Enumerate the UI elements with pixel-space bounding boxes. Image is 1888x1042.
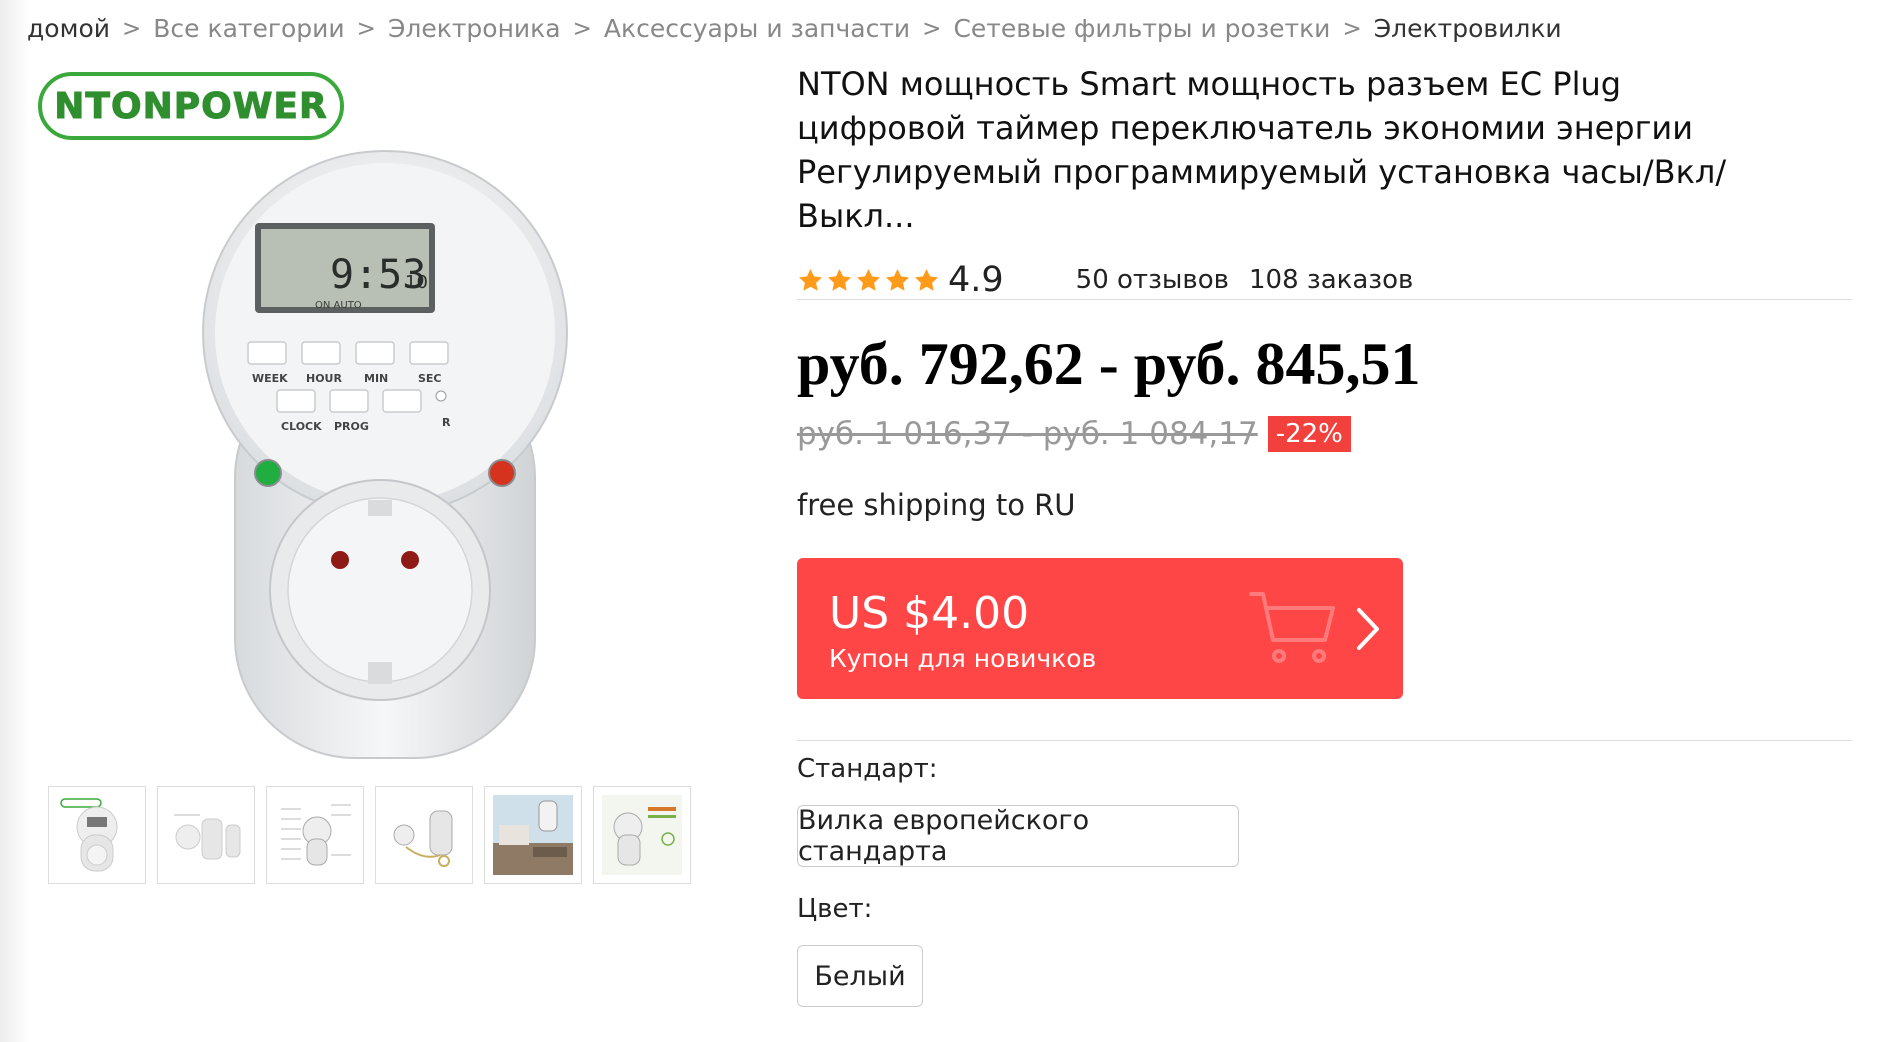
thumbnail-image [393,810,453,867]
svg-text:ON AUTO: ON AUTO [315,300,362,311]
thumbnail-image [493,795,573,875]
svg-text:SEC: SEC [418,372,442,385]
coupon-amount: US $4.00 [829,588,1030,639]
breadcrumb-separator: > [121,15,142,42]
breadcrumb-separator: > [922,15,942,42]
color-option-white[interactable]: Белый [797,945,923,1007]
orders-count: 108 заказов [1248,265,1414,295]
breadcrumb-separator: > [1342,15,1362,42]
thumbnail-6[interactable] [593,786,691,884]
svg-text:WEEK: WEEK [252,372,288,385]
breadcrumb-separator: > [356,15,376,42]
thumbnail-1[interactable] [48,786,146,884]
divider [797,740,1852,741]
standard-label: Стандарт: [797,754,938,784]
breadcrumb-home[interactable]: домой [27,14,110,43]
old-price-row: руб. 1 016,37 - руб. 1 084,17 -22% [797,416,1351,452]
svg-text:MIN: MIN [364,372,388,385]
standard-option-eu-plug[interactable]: Вилка европейского стандарта [797,805,1239,867]
current-price: руб. 792,62 - руб. 845,51 [797,331,1421,397]
shipping-info: free shipping to RU [797,488,1076,522]
thumbnail-image [602,795,682,875]
chevron-right-icon [1357,608,1379,650]
rating-row: 4.9 50 отзывов 108 заказов [797,256,1857,304]
breadcrumb-accessories[interactable]: Аксессуары и запчасти [604,14,910,43]
color-label: Цвет: [797,894,873,924]
divider [797,299,1852,300]
old-price: руб. 1 016,37 - руб. 1 084,17 [797,416,1258,452]
svg-text:CLOCK: CLOCK [281,420,322,433]
thumbnail-5[interactable] [484,786,582,884]
star-icon [915,268,938,291]
thumbnail-image [174,814,241,860]
thumbnail-image [281,804,351,866]
cart-icon [1249,592,1335,663]
star-icon [828,268,851,291]
rating-stars [797,267,940,294]
svg-text:HOUR: HOUR [306,372,342,385]
product-gallery: NTONPOWER 9:53 10 ON AUTO WEEK HOUR MIN … [30,68,730,884]
rating-value: 4.9 [948,260,1004,300]
breadcrumb-all-categories[interactable]: Все категории [153,14,344,43]
star-icon [799,268,822,291]
coupon-label: Купон для новичков [829,644,1097,673]
star-icon [857,268,880,291]
breadcrumb: домой > Все категории > Электроника > Ак… [27,14,1562,43]
product-main-image[interactable]: 9:53 10 ON AUTO WEEK HOUR MIN SEC CLOCK … [180,128,600,768]
breadcrumb-separator: > [572,15,592,42]
reviews-link[interactable]: 50 отзывов [1076,265,1229,295]
thumbnail-4[interactable] [375,786,473,884]
thumbnail-strip [48,786,691,884]
thumbnail-3[interactable] [266,786,364,884]
svg-text:PROG: PROG [334,420,369,433]
breadcrumb-electronics[interactable]: Электроника [388,14,561,43]
product-title: NTON мощность Smart мощность разъем EC P… [797,65,1727,235]
star-icon [886,268,909,291]
discount-badge: -22% [1267,416,1351,452]
newcomer-coupon-button[interactable]: US $4.00 Купон для новичков [797,558,1403,699]
svg-text:R: R [442,416,451,429]
breadcrumb-power-strips[interactable]: Сетевые фильтры и розетки [953,14,1330,43]
thumbnail-2[interactable] [157,786,255,884]
product-info: NTON мощность Smart мощность разъем EC P… [797,62,1857,304]
breadcrumb-current: Электровилки [1373,14,1562,43]
svg-text:10: 10 [405,272,428,293]
thumbnail-image [60,798,118,872]
